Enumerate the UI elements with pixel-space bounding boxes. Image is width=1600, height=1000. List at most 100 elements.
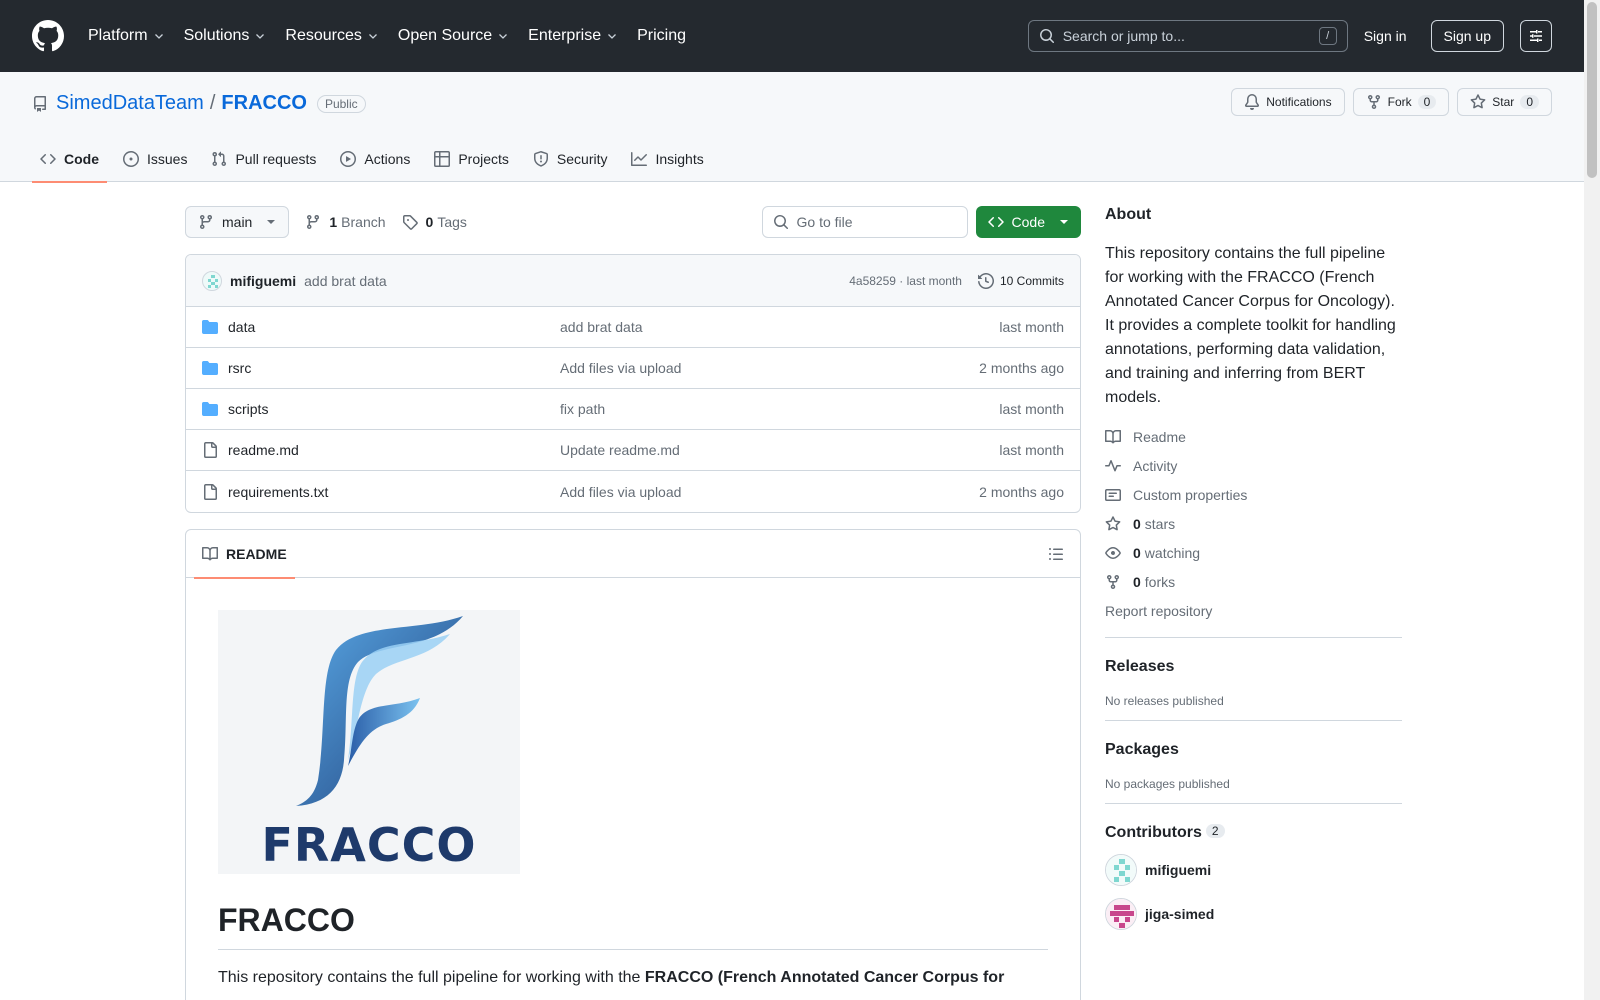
file-commit-date: last month (999, 319, 1064, 335)
folder-icon (202, 320, 218, 334)
avatar[interactable] (202, 270, 222, 291)
file-name-link[interactable]: scripts (228, 401, 560, 417)
file-row[interactable]: data add brat data last month (186, 307, 1080, 348)
repo-owner-link[interactable]: SimedDataTeam (56, 92, 204, 115)
commit-hash-time[interactable]: 4a58259 · last month (849, 274, 962, 288)
file-row[interactable]: requirements.txt Add files via upload 2 mo… (186, 471, 1080, 512)
about-link-stars[interactable]: 0 stars (1105, 509, 1402, 538)
contributor-item[interactable]: mifiguemi (1105, 854, 1402, 886)
commit-author-link[interactable]: mifiguemi (230, 273, 296, 289)
repo-name-link[interactable]: FRACCO (221, 92, 307, 115)
header-menu-button[interactable] (1520, 20, 1552, 52)
nav-item-label: Platform (88, 27, 148, 44)
tab-insights[interactable]: Insights (623, 136, 711, 182)
file-commit-message[interactable]: add brat data (560, 319, 999, 335)
file-row[interactable]: readme.md Update readme.md last month (186, 430, 1080, 471)
go-to-file-input[interactable]: Go to file (761, 206, 968, 238)
about-link-count: 0 (1133, 515, 1141, 532)
branches-link[interactable]: 1 Branch (305, 214, 386, 230)
search-shortcut-badge: / (1318, 27, 1337, 45)
notifications-button[interactable]: Notifications (1231, 88, 1345, 116)
github-logo-icon[interactable] (32, 20, 64, 52)
commits-link[interactable]: 10 Commits (977, 272, 1064, 289)
code-button[interactable]: Code (975, 206, 1081, 238)
note-icon (1105, 488, 1121, 501)
tab-projects[interactable]: Projects (426, 136, 517, 182)
fracco-logo-text: FRACCO (261, 818, 477, 872)
file-icon (204, 483, 217, 500)
search-placeholder: Search or jump to... (1062, 28, 1185, 44)
file-name-link[interactable]: data (228, 319, 560, 335)
sign-up-button[interactable]: Sign up (1430, 20, 1504, 52)
about-link-forks[interactable]: 0 forks (1105, 567, 1402, 596)
readme-tab[interactable]: README (194, 530, 295, 579)
search-input[interactable]: Search or jump to... / (1027, 20, 1348, 52)
about-link-label: stars (1144, 515, 1176, 532)
tags-link[interactable]: 0 Tags (402, 214, 467, 230)
file-commit-message[interactable]: Add files via upload (560, 360, 979, 376)
releases-heading[interactable]: Releases (1105, 658, 1402, 676)
star-icon (1105, 515, 1121, 530)
tab-pull-requests[interactable]: Pull requests (203, 136, 324, 182)
about-links: Readme Activity Custom properties 0 stars 0 wa… (1105, 422, 1402, 596)
page-scrollbar[interactable] (1584, 0, 1600, 1000)
about-link-label: watching (1144, 544, 1201, 561)
contributor-item[interactable]: jiga-simed (1105, 898, 1402, 930)
report-repository-link[interactable]: Report repository (1105, 596, 1402, 625)
main-content: main 1 Branch 0 Tags Go to file Code mif… (185, 206, 1081, 1000)
file-commit-message[interactable]: Update readme.md (560, 442, 999, 458)
about-link-count: 0 (1133, 573, 1141, 590)
table-icon (434, 151, 451, 167)
nav-item-open-source[interactable]: Open Source (398, 27, 508, 45)
chevron-down-icon (256, 34, 265, 39)
about-link-watching[interactable]: 0 watching (1105, 538, 1402, 567)
book-icon (202, 546, 218, 560)
file-icon (204, 442, 217, 458)
search-icon (773, 215, 788, 230)
tab-code[interactable]: Code (32, 136, 107, 183)
chevron-down-icon (154, 34, 163, 39)
packages-empty-text: No packages published (1105, 777, 1230, 791)
nav-item-label: Solutions (183, 27, 250, 44)
contributors-heading[interactable]: Contributors 2 (1105, 824, 1402, 842)
tab-label: Insights (655, 151, 704, 167)
commit-message-link[interactable]: add brat data (304, 273, 387, 289)
sliders-icon (1530, 30, 1542, 42)
star-button[interactable]: Star 0 (1457, 88, 1552, 116)
branch-selector[interactable]: main (185, 206, 290, 238)
fork-button[interactable]: Fork 0 (1352, 88, 1450, 116)
about-link-readme[interactable]: Readme (1105, 422, 1402, 451)
nav-item-solutions[interactable]: Solutions (184, 27, 266, 45)
sign-in-link[interactable]: Sign in (1364, 28, 1407, 44)
identicon-avatar-icon (208, 274, 218, 288)
nav-item-enterprise[interactable]: Enterprise (528, 27, 617, 45)
file-row[interactable]: rsrc Add files via upload 2 months ago (186, 348, 1080, 389)
about-link-activity[interactable]: Activity (1105, 451, 1402, 480)
avatar[interactable] (1105, 898, 1137, 930)
about-link-custom-properties[interactable]: Custom properties (1105, 480, 1402, 509)
about-description: This repository contains the full pipeli… (1105, 245, 1396, 406)
packages-heading[interactable]: Packages (1105, 741, 1402, 759)
about-link-count: 0 (1133, 544, 1141, 561)
tab-issues[interactable]: Issues (115, 136, 195, 182)
file-commit-message[interactable]: Add files via upload (560, 484, 979, 500)
nav-item-platform[interactable]: Platform (88, 27, 164, 45)
file-row[interactable]: scripts fix path last month (186, 389, 1080, 430)
scrollbar-thumb[interactable] (1587, 2, 1597, 178)
fork-count: 0 (1417, 95, 1437, 109)
file-name-link[interactable]: rsrc (228, 360, 560, 376)
repo-header: SimedDataTeam / FRACCO Public Notificati… (0, 72, 1584, 183)
file-name-link[interactable]: requirements.txt (228, 484, 560, 500)
tab-security[interactable]: Security (525, 136, 616, 182)
file-commit-message[interactable]: fix path (560, 401, 999, 417)
nav-item-resources[interactable]: Resources (285, 27, 377, 45)
nav-item-pricing[interactable]: Pricing (637, 27, 686, 45)
list-unordered-icon[interactable] (1048, 546, 1064, 562)
file-name-link[interactable]: readme.md (228, 442, 560, 458)
identicon-avatar-icon (1106, 899, 1136, 929)
readme-header: README (186, 530, 1080, 579)
tab-actions[interactable]: Actions (332, 136, 418, 182)
notifications-label: Notifications (1266, 95, 1332, 109)
avatar[interactable] (1105, 854, 1137, 886)
readme-intro: This repository contains the full pipeli… (218, 966, 1048, 990)
